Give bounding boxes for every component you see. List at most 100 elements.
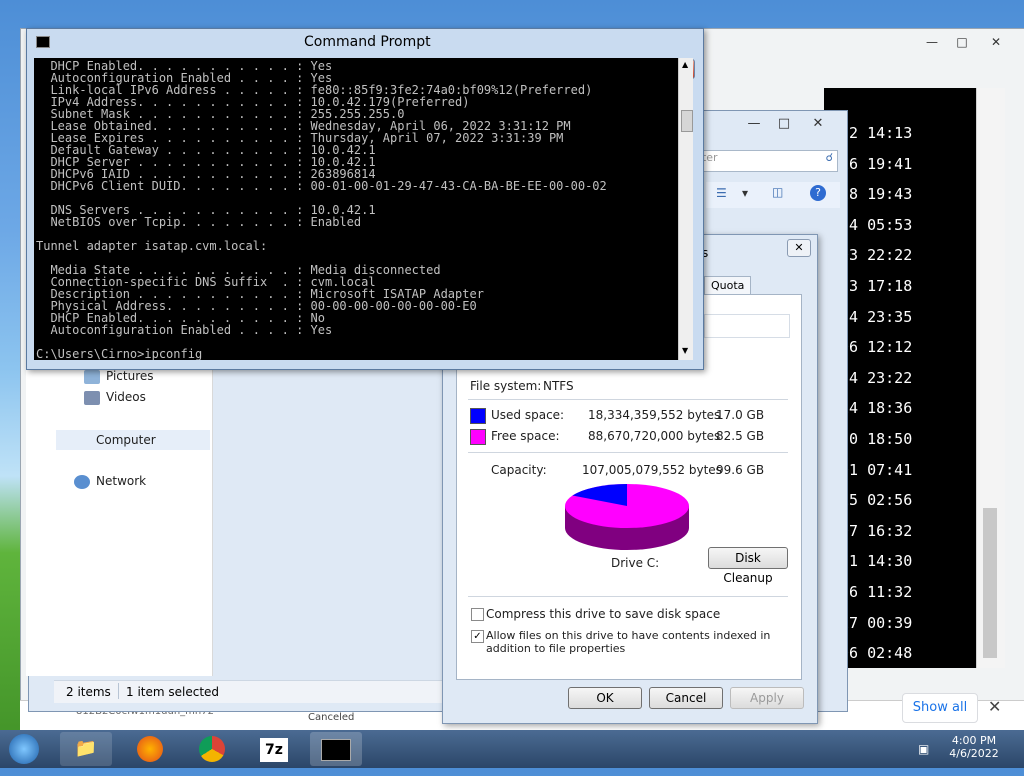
firefox-icon: [137, 736, 163, 762]
nav-label: Videos: [106, 390, 146, 404]
console-icon: [36, 36, 50, 48]
time-entry: 17 00:39: [840, 613, 913, 632]
show-all-button[interactable]: Show all: [902, 693, 978, 723]
time-entry: 01 07:41: [840, 460, 913, 479]
view-icon[interactable]: ☰: [716, 186, 727, 200]
nav-item-pictures[interactable]: Pictures: [84, 369, 154, 384]
used-space-label: Used space:: [491, 408, 565, 422]
time-entry: 24 23:35: [840, 307, 913, 326]
item-count: 2 items: [66, 685, 111, 699]
free-space-label: Free space:: [491, 429, 560, 443]
start-button[interactable]: [2, 732, 46, 766]
console-output[interactable]: DHCP Enabled. . . . . . . . . . . : Yes …: [34, 58, 678, 360]
compress-checkbox[interactable]: [471, 608, 484, 621]
divider: [468, 596, 788, 597]
time-entry: 06 12:12: [840, 338, 913, 357]
clock[interactable]: 4:00 PM 4/6/2022: [944, 734, 1004, 760]
drive-label: Drive C:: [611, 556, 660, 570]
search-icon: ☌: [825, 151, 833, 164]
nav-item-computer[interactable]: Computer: [56, 430, 210, 450]
minimize-icon[interactable]: —: [741, 116, 767, 134]
chevron-down-icon[interactable]: ▼: [682, 346, 688, 355]
nav-label: Computer: [96, 433, 156, 447]
disk-cleanup-button[interactable]: Disk Cleanup: [708, 547, 788, 585]
divider: [468, 452, 788, 453]
used-space-gb: 17.0 GB: [716, 408, 765, 422]
help-icon[interactable]: ?: [810, 185, 826, 201]
cancel-button[interactable]: Cancel: [649, 687, 723, 709]
taskbar-7zip[interactable]: 7z: [248, 732, 300, 766]
network-icon: [74, 474, 90, 489]
minimize-icon[interactable]: —: [919, 35, 945, 53]
nav-label: Pictures: [106, 369, 154, 383]
chevron-down-icon[interactable]: ▾: [742, 186, 748, 200]
taskbar-firefox[interactable]: [124, 732, 176, 766]
time-entry: 22 14:13: [840, 124, 913, 142]
preview-pane-icon[interactable]: ◫: [772, 185, 783, 199]
time-entry: 21 14:30: [840, 552, 913, 571]
divider: [468, 399, 788, 400]
time-entry: 24 23:22: [840, 368, 913, 387]
free-space-gb: 82.5 GB: [716, 429, 765, 443]
clock-time: 4:00 PM: [951, 734, 997, 747]
drive-label-field[interactable]: [704, 314, 790, 338]
time-entry: 30 18:50: [840, 430, 913, 448]
nav-item-network[interactable]: Network: [74, 474, 146, 489]
time-entry: 26 11:32: [840, 583, 913, 601]
maximize-icon[interactable]: □: [771, 116, 797, 134]
file-system-label: File system:: [470, 379, 542, 393]
close-icon[interactable]: ✕: [805, 116, 831, 134]
scrollbar-thumb[interactable]: [983, 508, 997, 658]
folder-icon: 📁: [74, 738, 98, 759]
maximize-icon[interactable]: □: [949, 35, 975, 53]
console-icon: [321, 739, 351, 761]
time-entry: 15 02:56: [840, 491, 913, 510]
taskbar-cmd[interactable]: [310, 732, 362, 766]
network-tray-icon[interactable]: ▣: [918, 742, 929, 756]
windows-logo-icon: [9, 734, 39, 764]
console-line: Tunnel adapter isatap.cvm.local:: [36, 239, 268, 253]
nav-item-videos[interactable]: Videos: [84, 390, 146, 405]
nav-label: Network: [96, 474, 147, 488]
7zip-icon: 7z: [260, 738, 288, 762]
console-line: C:\Users\Cirno>ipconfig_: [36, 347, 210, 360]
tab-quota[interactable]: Quota: [704, 276, 752, 295]
selection-count: 1 item selected: [126, 685, 220, 699]
used-space-swatch: [470, 408, 486, 424]
scrollbar-thumb[interactable]: [681, 110, 693, 132]
time-entry: 07 16:32: [840, 521, 913, 540]
index-label: Allow files on this drive to have conten…: [486, 629, 771, 655]
taskbar-explorer[interactable]: 📁: [60, 732, 112, 766]
clock-date: 4/6/2022: [949, 747, 999, 760]
capacity-gb: 99.6 GB: [716, 463, 765, 477]
console-line: Autoconfiguration Enabled . . . . : Yes: [36, 323, 333, 337]
search-input[interactable]: uter ☌: [690, 150, 838, 172]
explorer-toolbar: ☰ ▾ ◫ ?: [706, 182, 840, 208]
console-line: DHCPv6 Client DUID. . . . . . . . : 00-0…: [36, 179, 607, 193]
compress-label: Compress this drive to save disk space: [486, 607, 721, 621]
console-line: NetBIOS over Tcpip. . . . . . . . : Enab…: [36, 215, 362, 229]
time-entry: 18 19:43: [840, 185, 913, 204]
free-space-swatch: [470, 429, 486, 445]
time-entry: 24 05:53: [840, 215, 913, 234]
chevron-up-icon[interactable]: ▲: [682, 60, 688, 69]
close-icon[interactable]: ✕: [787, 239, 811, 257]
close-icon[interactable]: ✕: [988, 697, 1001, 716]
capacity-label: Capacity:: [491, 463, 547, 477]
ok-button[interactable]: OK: [568, 687, 642, 709]
scrollbar[interactable]: ▲ ▼: [678, 58, 693, 360]
taskbar-chrome[interactable]: [186, 732, 238, 766]
capacity-bytes: 107,005,079,552 bytes: [582, 463, 722, 477]
time-entry: 14 18:36: [840, 399, 913, 418]
apply-button[interactable]: Apply: [730, 687, 804, 709]
index-checkbox[interactable]: ✓: [471, 630, 484, 643]
computer-icon: [74, 434, 90, 448]
used-space-bytes: 18,334,359,552 bytes: [588, 408, 721, 422]
time-entry: 03 22:22: [840, 246, 913, 265]
videos-icon: [84, 390, 100, 405]
scrollbar[interactable]: [976, 88, 1005, 668]
pictures-icon: [84, 369, 100, 384]
close-icon[interactable]: ✕: [983, 35, 1009, 53]
disk-usage-pie: [565, 484, 689, 550]
divider: [118, 683, 119, 699]
